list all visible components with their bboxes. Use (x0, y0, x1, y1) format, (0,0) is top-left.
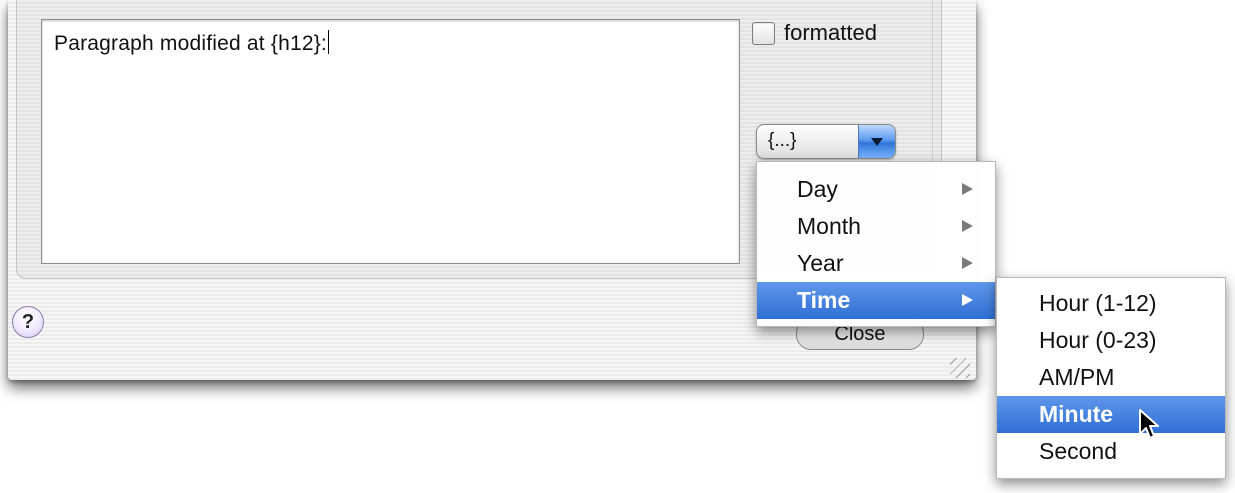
submenu-item-label: Hour (0-23) (1039, 327, 1157, 353)
time-submenu: Hour (1-12) Hour (0-23) AM/PM Minute Sec… (996, 277, 1226, 479)
submenu-item-hour-0-23[interactable]: Hour (0-23) (997, 322, 1225, 359)
formatted-option[interactable]: formatted (752, 20, 877, 46)
menu-item-label: Month (797, 213, 861, 239)
submenu-item-hour-1-12[interactable]: Hour (1-12) (997, 285, 1225, 322)
submenu-item-label: Hour (1-12) (1039, 290, 1157, 316)
menu-item-year[interactable]: Year (757, 245, 995, 282)
submenu-arrow-icon (962, 220, 973, 232)
submenu-item-label: AM/PM (1039, 364, 1115, 390)
submenu-item-minute[interactable]: Minute (997, 396, 1225, 433)
help-button[interactable]: ? (12, 306, 44, 338)
menu-item-day[interactable]: Day (757, 171, 995, 208)
token-popup-button[interactable]: {...} (756, 124, 896, 159)
token-menu: Day Month Year Time (756, 161, 996, 327)
menu-item-label: Time (797, 287, 851, 313)
menu-item-label: Day (797, 176, 838, 202)
menu-item-month[interactable]: Month (757, 208, 995, 245)
submenu-item-am-pm[interactable]: AM/PM (997, 359, 1225, 396)
submenu-item-second[interactable]: Second (997, 433, 1225, 470)
resize-grip-icon[interactable] (950, 358, 970, 378)
submenu-arrow-icon (962, 294, 973, 306)
submenu-item-label: Second (1039, 438, 1118, 464)
token-popup-value: {...} (768, 130, 797, 151)
paragraph-text: Paragraph modified at {h12}: (54, 30, 329, 55)
menu-item-label: Year (797, 250, 844, 276)
submenu-item-label: Minute (1039, 401, 1114, 427)
paragraph-text-area[interactable]: Paragraph modified at {h12}: (41, 19, 740, 264)
menu-item-time[interactable]: Time (757, 282, 995, 319)
formatted-label: formatted (784, 20, 877, 45)
submenu-arrow-icon (962, 183, 973, 195)
formatted-checkbox[interactable] (752, 21, 775, 45)
text-caret (327, 30, 329, 54)
chevron-down-icon[interactable] (858, 125, 895, 158)
mouse-pointer-icon (1139, 409, 1159, 439)
submenu-arrow-icon (962, 257, 973, 269)
